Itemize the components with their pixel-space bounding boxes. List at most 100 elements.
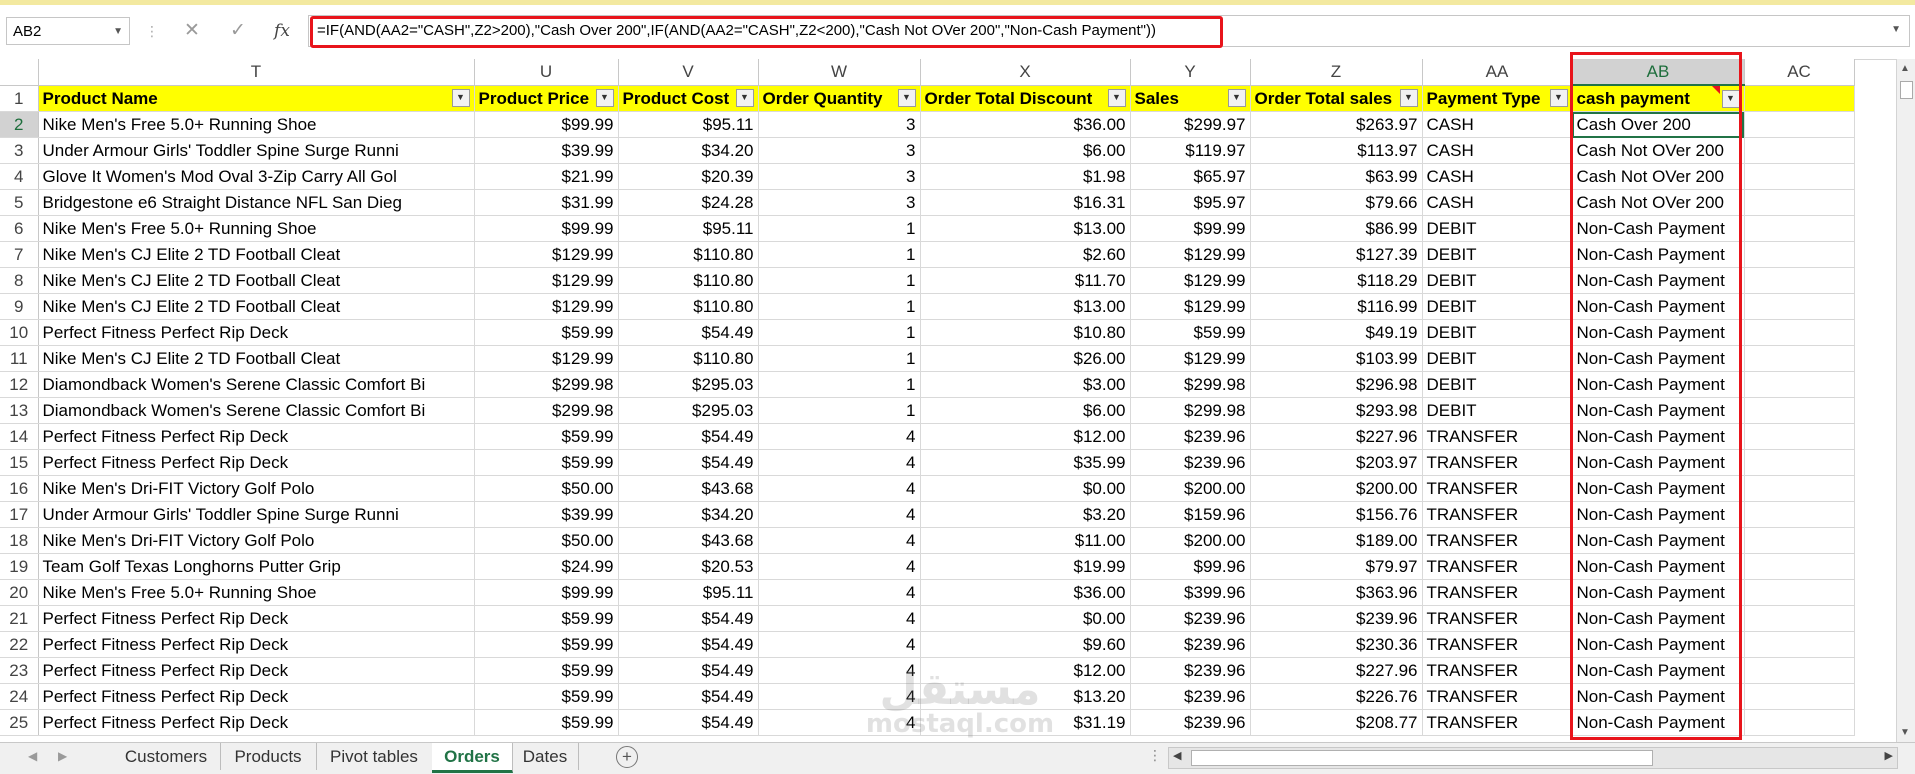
cell[interactable]: $99.99: [474, 215, 619, 242]
cell[interactable]: Nike Men's Dri-FIT Victory Golf Polo: [38, 475, 475, 502]
cell[interactable]: $20.53: [618, 553, 759, 580]
cell[interactable]: DEBIT: [1422, 397, 1573, 424]
cell[interactable]: $363.96: [1250, 579, 1423, 606]
cell[interactable]: $20.39: [618, 163, 759, 190]
cell[interactable]: Non-Cash Payment: [1572, 683, 1745, 710]
cell[interactable]: 4: [758, 449, 921, 476]
cell[interactable]: $54.49: [618, 657, 759, 684]
cell[interactable]: Non-Cash Payment: [1572, 319, 1745, 346]
cell[interactable]: Nike Men's Free 5.0+ Running Shoe: [38, 579, 475, 606]
empty-cell[interactable]: [1744, 111, 1855, 138]
row-header[interactable]: 14: [0, 423, 39, 450]
cell[interactable]: $239.96: [1130, 605, 1251, 632]
row-header[interactable]: 15: [0, 449, 39, 476]
cell[interactable]: $50.00: [474, 475, 619, 502]
cell[interactable]: $95.11: [618, 579, 759, 606]
cell[interactable]: 4: [758, 657, 921, 684]
cell[interactable]: $43.68: [618, 527, 759, 554]
cell[interactable]: Under Armour Girls' Toddler Spine Surge …: [38, 501, 475, 528]
cell[interactable]: $239.96: [1130, 423, 1251, 450]
column-title-cell[interactable]: Order Total Discount ▼: [920, 85, 1131, 112]
cell[interactable]: 4: [758, 553, 921, 580]
scroll-left-icon[interactable]: ◀: [1173, 749, 1181, 762]
tab-split-handle[interactable]: ⋮: [1148, 747, 1162, 764]
cell[interactable]: $293.98: [1250, 397, 1423, 424]
expand-formula-bar-icon[interactable]: ▼: [1891, 24, 1901, 35]
cell[interactable]: $63.99: [1250, 163, 1423, 190]
cell[interactable]: $127.39: [1250, 241, 1423, 268]
cell[interactable]: $49.19: [1250, 319, 1423, 346]
column-header-y[interactable]: Y: [1130, 59, 1251, 86]
cell[interactable]: $103.99: [1250, 345, 1423, 372]
cell[interactable]: 1: [758, 293, 921, 320]
filter-dropdown-icon[interactable]: ▼: [1399, 89, 1418, 108]
row-header[interactable]: 23: [0, 657, 39, 684]
cell[interactable]: Perfect Fitness Perfect Rip Deck: [38, 631, 475, 658]
empty-cell[interactable]: [1744, 267, 1855, 294]
cell[interactable]: $79.97: [1250, 553, 1423, 580]
cell[interactable]: Non-Cash Payment: [1572, 397, 1745, 424]
cell[interactable]: Perfect Fitness Perfect Rip Deck: [38, 657, 475, 684]
cell[interactable]: 4: [758, 709, 921, 736]
cell[interactable]: $239.96: [1130, 657, 1251, 684]
cell[interactable]: Non-Cash Payment: [1572, 501, 1745, 528]
cell[interactable]: $299.98: [474, 397, 619, 424]
cell[interactable]: $59.99: [474, 683, 619, 710]
filter-dropdown-icon[interactable]: ▼: [451, 89, 470, 108]
cell[interactable]: $79.66: [1250, 189, 1423, 216]
column-title-cell[interactable]: Product Price ▼: [474, 85, 619, 112]
cell[interactable]: $54.49: [618, 605, 759, 632]
cell[interactable]: DEBIT: [1422, 371, 1573, 398]
cell[interactable]: $0.00: [920, 475, 1131, 502]
empty-cell[interactable]: [1744, 345, 1855, 372]
cell[interactable]: $226.76: [1250, 683, 1423, 710]
cell[interactable]: $54.49: [618, 709, 759, 736]
cell[interactable]: $39.99: [474, 137, 619, 164]
cell[interactable]: TRANSFER: [1422, 631, 1573, 658]
empty-cell[interactable]: [1744, 215, 1855, 242]
cell[interactable]: $239.96: [1130, 631, 1251, 658]
empty-cell[interactable]: [1744, 293, 1855, 320]
cell[interactable]: $208.77: [1250, 709, 1423, 736]
cell[interactable]: 4: [758, 605, 921, 632]
cell[interactable]: TRANSFER: [1422, 423, 1573, 450]
filter-dropdown-icon[interactable]: ▼: [735, 89, 754, 108]
empty-cell[interactable]: [1744, 631, 1855, 658]
cell[interactable]: $54.49: [618, 423, 759, 450]
cell[interactable]: Non-Cash Payment: [1572, 215, 1745, 242]
cell[interactable]: Glove It Women's Mod Oval 3-Zip Carry Al…: [38, 163, 475, 190]
horizontal-scrollbar[interactable]: ◀ ▶: [1168, 747, 1898, 769]
cell[interactable]: $239.96: [1130, 449, 1251, 476]
empty-cell[interactable]: [1744, 189, 1855, 216]
cell[interactable]: $200.00: [1250, 475, 1423, 502]
cell[interactable]: $12.00: [920, 657, 1131, 684]
cell[interactable]: 3: [758, 189, 921, 216]
cell[interactable]: $203.97: [1250, 449, 1423, 476]
vertical-scrollbar[interactable]: ▲ ▼: [1896, 59, 1915, 742]
cell[interactable]: $59.99: [1130, 319, 1251, 346]
cell[interactable]: $129.99: [1130, 267, 1251, 294]
cell[interactable]: $19.99: [920, 553, 1131, 580]
cell[interactable]: $95.97: [1130, 189, 1251, 216]
empty-cell[interactable]: [1744, 553, 1855, 580]
row-header[interactable]: 17: [0, 501, 39, 528]
column-title-cell[interactable]: Order Total sales ▼: [1250, 85, 1423, 112]
row-header[interactable]: 3: [0, 137, 39, 164]
cell[interactable]: $110.80: [618, 345, 759, 372]
cell[interactable]: $239.96: [1130, 683, 1251, 710]
cell[interactable]: Diamondback Women's Serene Classic Comfo…: [38, 371, 475, 398]
cell[interactable]: $59.99: [474, 605, 619, 632]
cell[interactable]: Non-Cash Payment: [1572, 553, 1745, 580]
row-header[interactable]: 11: [0, 345, 39, 372]
cell[interactable]: $119.97: [1130, 137, 1251, 164]
cell[interactable]: Non-Cash Payment: [1572, 605, 1745, 632]
cell[interactable]: $54.49: [618, 631, 759, 658]
cell[interactable]: $59.99: [474, 423, 619, 450]
cell[interactable]: $189.00: [1250, 527, 1423, 554]
cell[interactable]: Nike Men's CJ Elite 2 TD Football Cleat: [38, 241, 475, 268]
cell[interactable]: DEBIT: [1422, 241, 1573, 268]
cell[interactable]: TRANSFER: [1422, 475, 1573, 502]
scroll-up-icon[interactable]: ▲: [1900, 63, 1910, 74]
cell[interactable]: 3: [758, 163, 921, 190]
row-header[interactable]: 10: [0, 319, 39, 346]
